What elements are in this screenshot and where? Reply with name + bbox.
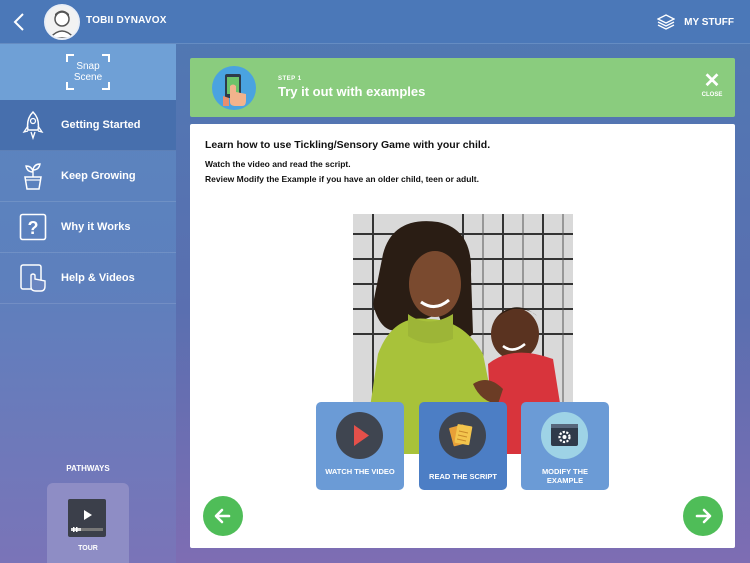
watch-video-label: WATCH THE VIDEO (325, 467, 395, 476)
sidebar-item-why-it-works[interactable]: ? Why it Works (0, 202, 176, 253)
logo-area: Snap Scene (0, 44, 176, 100)
content-instruction-1: Watch the video and read the script. (205, 159, 351, 169)
next-button[interactable] (683, 496, 723, 536)
script-cards-icon (439, 412, 486, 459)
step-number: STEP 1 (278, 76, 302, 82)
sidebar-item-label: Why it Works (61, 221, 131, 233)
sidebar-item-label: Keep Growing (61, 170, 136, 182)
close-label: CLOSE (701, 92, 723, 98)
sidebar: Snap Scene Getting Started Keep Growing (0, 44, 176, 563)
modify-example-label: MODIFY THE EXAMPLE (541, 467, 589, 485)
my-stuff-button[interactable]: MY STUFF (657, 12, 734, 32)
sidebar-item-keep-growing[interactable]: Keep Growing (0, 151, 176, 202)
sidebar-item-help-videos[interactable]: Help & Videos (0, 253, 176, 304)
sidebar-item-label: Getting Started (61, 119, 141, 131)
arrow-right-icon (695, 508, 712, 524)
play-icon (336, 412, 383, 459)
question-icon: ? (18, 212, 48, 242)
logo-text-snap: Snap (76, 61, 100, 72)
pathways-label: PATHWAYS (66, 464, 110, 473)
tablet-touch-icon (18, 263, 48, 293)
modify-example-button[interactable]: MODIFY THE EXAMPLE (521, 402, 609, 490)
arrow-left-icon (214, 508, 231, 524)
person-icon (46, 6, 78, 38)
snap-scene-logo: Snap Scene (66, 54, 110, 90)
step-banner: STEP 1 Try it out with examples ✕ CLOSE (190, 58, 735, 117)
plant-icon (18, 161, 48, 191)
close-icon: ✕ (703, 70, 721, 92)
my-stuff-label: MY STUFF (684, 16, 734, 28)
watch-video-button[interactable]: WATCH THE VIDEO (316, 402, 404, 490)
sidebar-item-getting-started[interactable]: Getting Started (0, 100, 176, 151)
svg-text:?: ? (28, 218, 39, 238)
tour-thumbnail (68, 499, 106, 537)
sidebar-item-label: Help & Videos (61, 272, 135, 284)
tour-label: TOUR (78, 545, 98, 552)
tablet-hand-icon (212, 66, 256, 110)
chevron-left-icon (13, 13, 24, 31)
tour-card[interactable]: TOUR (47, 483, 129, 563)
layers-icon (657, 14, 676, 30)
previous-button[interactable] (203, 496, 243, 536)
back-button[interactable] (8, 10, 30, 34)
read-script-label: READ THE SCRIPT (429, 472, 497, 481)
read-script-button[interactable]: READ THE SCRIPT (419, 402, 507, 490)
step-title: Try it out with examples (278, 84, 426, 99)
gear-window-icon (541, 412, 588, 459)
avatar[interactable] (44, 4, 80, 40)
user-name: TOBII DYNAVOX (86, 15, 167, 26)
close-button[interactable]: ✕ CLOSE (699, 70, 725, 104)
content-card: Learn how to use Tickling/Sensory Game w… (190, 124, 735, 548)
top-bar: TOBII DYNAVOX MY STUFF (0, 0, 750, 44)
rocket-icon (18, 110, 48, 140)
content-heading: Learn how to use Tickling/Sensory Game w… (205, 139, 491, 151)
content-instruction-2: Review Modify the Example if you have an… (205, 174, 479, 184)
play-icon (71, 510, 103, 532)
